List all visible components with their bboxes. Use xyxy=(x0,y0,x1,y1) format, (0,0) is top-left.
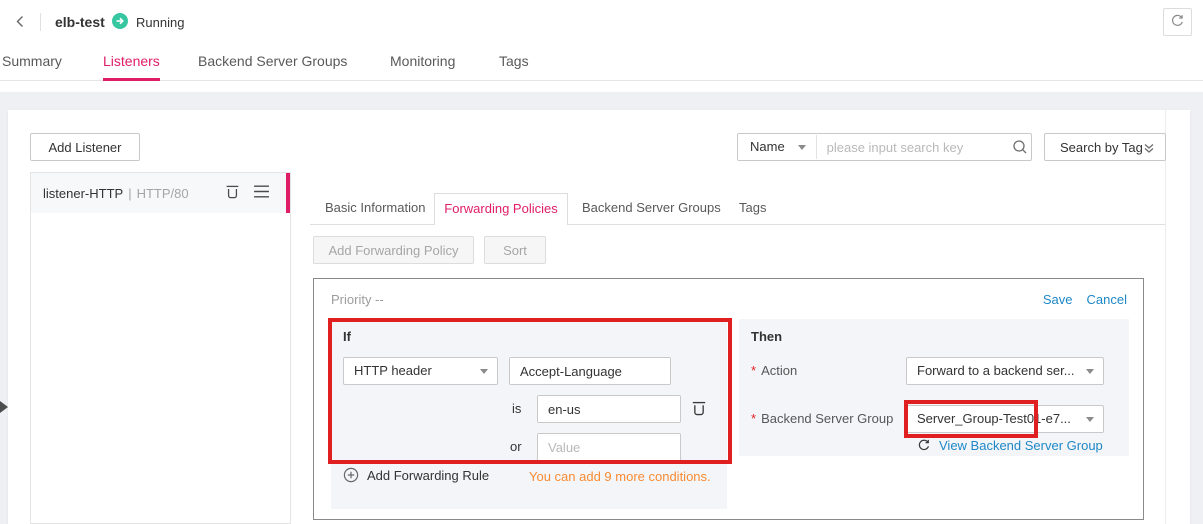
panel-expand-arrow-icon[interactable] xyxy=(0,401,14,413)
listener-list-panel: listener-HTTP | HTTP/80 xyxy=(30,172,291,524)
priority-label: Priority -- xyxy=(331,292,384,307)
double-chevron-down-icon xyxy=(1143,142,1155,158)
tab-tags[interactable]: Tags xyxy=(499,53,529,78)
tab-listeners[interactable]: Listeners xyxy=(103,53,160,81)
detail-tab-backend-server-groups[interactable]: Backend Server Groups xyxy=(582,200,721,215)
then-panel: Then *Action Forward to a backend ser...… xyxy=(739,319,1129,456)
search-by-tag-label: Search by Tag xyxy=(1060,140,1143,155)
condition-type-value: HTTP header xyxy=(354,363,432,378)
search-box: Name xyxy=(737,133,1032,161)
caret-down-icon xyxy=(1086,417,1094,426)
conditions-remaining-note: You can add 9 more conditions. xyxy=(529,469,711,484)
sort-button[interactable]: Sort xyxy=(484,236,546,264)
search-input[interactable] xyxy=(816,135,1009,159)
status-text: Running xyxy=(136,15,184,30)
or-label: or xyxy=(510,439,522,454)
add-forwarding-policy-button[interactable]: Add Forwarding Policy xyxy=(313,236,474,264)
search-field-value: Name xyxy=(750,139,785,154)
main-tabbar: Summary Listeners Backend Server Groups … xyxy=(0,45,1203,81)
search-field-select[interactable]: Name xyxy=(738,134,816,160)
search-icon[interactable] xyxy=(1009,139,1031,155)
or-value-input[interactable] xyxy=(538,434,680,460)
status-running-icon xyxy=(112,13,128,32)
if-label: If xyxy=(343,329,351,344)
backend-server-group-select[interactable]: Server_Group-Test01-e7... xyxy=(906,405,1104,433)
add-forwarding-rule-label: Add Forwarding Rule xyxy=(367,468,489,483)
search-by-tag-button[interactable]: Search by Tag xyxy=(1044,133,1166,161)
action-select[interactable]: Forward to a backend ser... xyxy=(906,357,1104,385)
match-value-input[interactable] xyxy=(538,396,680,422)
or-value-field xyxy=(537,433,681,461)
required-marker: * xyxy=(751,411,756,426)
listener-list-item[interactable]: listener-HTTP | HTTP/80 xyxy=(31,173,290,213)
condition-type-select[interactable]: HTTP header xyxy=(343,357,498,385)
caret-down-icon xyxy=(480,369,488,378)
add-forwarding-rule-button[interactable]: Add Forwarding Rule xyxy=(343,467,489,483)
listener-name: listener-HTTP xyxy=(43,186,123,201)
backend-server-group-label: *Backend Server Group xyxy=(751,411,893,426)
listener-row-actions xyxy=(224,183,278,203)
content-right-divider xyxy=(1165,110,1166,524)
circle-plus-icon xyxy=(343,467,359,483)
action-label: *Action xyxy=(751,363,797,378)
if-panel: If HTTP header is or xyxy=(331,319,727,509)
delete-listener-icon[interactable] xyxy=(224,183,241,203)
header-key-field xyxy=(509,357,671,385)
caret-down-icon xyxy=(1086,369,1094,378)
detail-tab-tags[interactable]: Tags xyxy=(739,200,766,215)
editor-actions: Save Cancel xyxy=(1043,292,1127,307)
listener-protocol: HTTP/80 xyxy=(137,186,189,201)
tab-monitoring[interactable]: Monitoring xyxy=(390,53,455,78)
forwarding-policy-card: Priority -- Save Cancel If HTTP header i… xyxy=(313,278,1144,520)
then-label: Then xyxy=(751,329,782,344)
back-button[interactable] xyxy=(14,14,26,32)
delete-rule-icon[interactable] xyxy=(690,399,708,420)
cancel-button[interactable]: Cancel xyxy=(1087,292,1127,307)
caret-down-icon xyxy=(798,145,806,154)
detail-tab-basic-information[interactable]: Basic Information xyxy=(325,200,425,215)
page-title: elb-test xyxy=(55,14,105,30)
refresh-backend-groups-icon[interactable] xyxy=(917,438,931,455)
header-key-input[interactable] xyxy=(510,358,670,384)
elb-listener-page: elb-test Running Summary Listeners Backe… xyxy=(0,0,1203,524)
chevron-left-icon xyxy=(14,17,26,32)
save-button[interactable]: Save xyxy=(1043,292,1073,307)
view-backend-server-group-link[interactable]: View Backend Server Group xyxy=(939,438,1103,453)
add-listener-button[interactable]: Add Listener xyxy=(30,133,140,161)
tab-summary[interactable]: Summary xyxy=(2,53,62,78)
refresh-page-button[interactable] xyxy=(1163,8,1192,36)
is-label: is xyxy=(512,401,521,416)
listener-menu-icon[interactable] xyxy=(253,184,270,202)
action-value: Forward to a backend ser... xyxy=(917,363,1075,378)
required-marker: * xyxy=(751,363,756,378)
backend-server-group-value: Server_Group-Test01-e7... xyxy=(917,411,1071,426)
match-value-field xyxy=(537,395,681,423)
selected-indicator xyxy=(286,173,290,213)
tab-backend-server-groups[interactable]: Backend Server Groups xyxy=(198,53,347,78)
header-divider xyxy=(40,13,41,31)
detail-tab-forwarding-policies[interactable]: Forwarding Policies xyxy=(434,193,568,225)
listener-separator: | xyxy=(128,186,131,201)
refresh-icon xyxy=(1170,13,1185,31)
